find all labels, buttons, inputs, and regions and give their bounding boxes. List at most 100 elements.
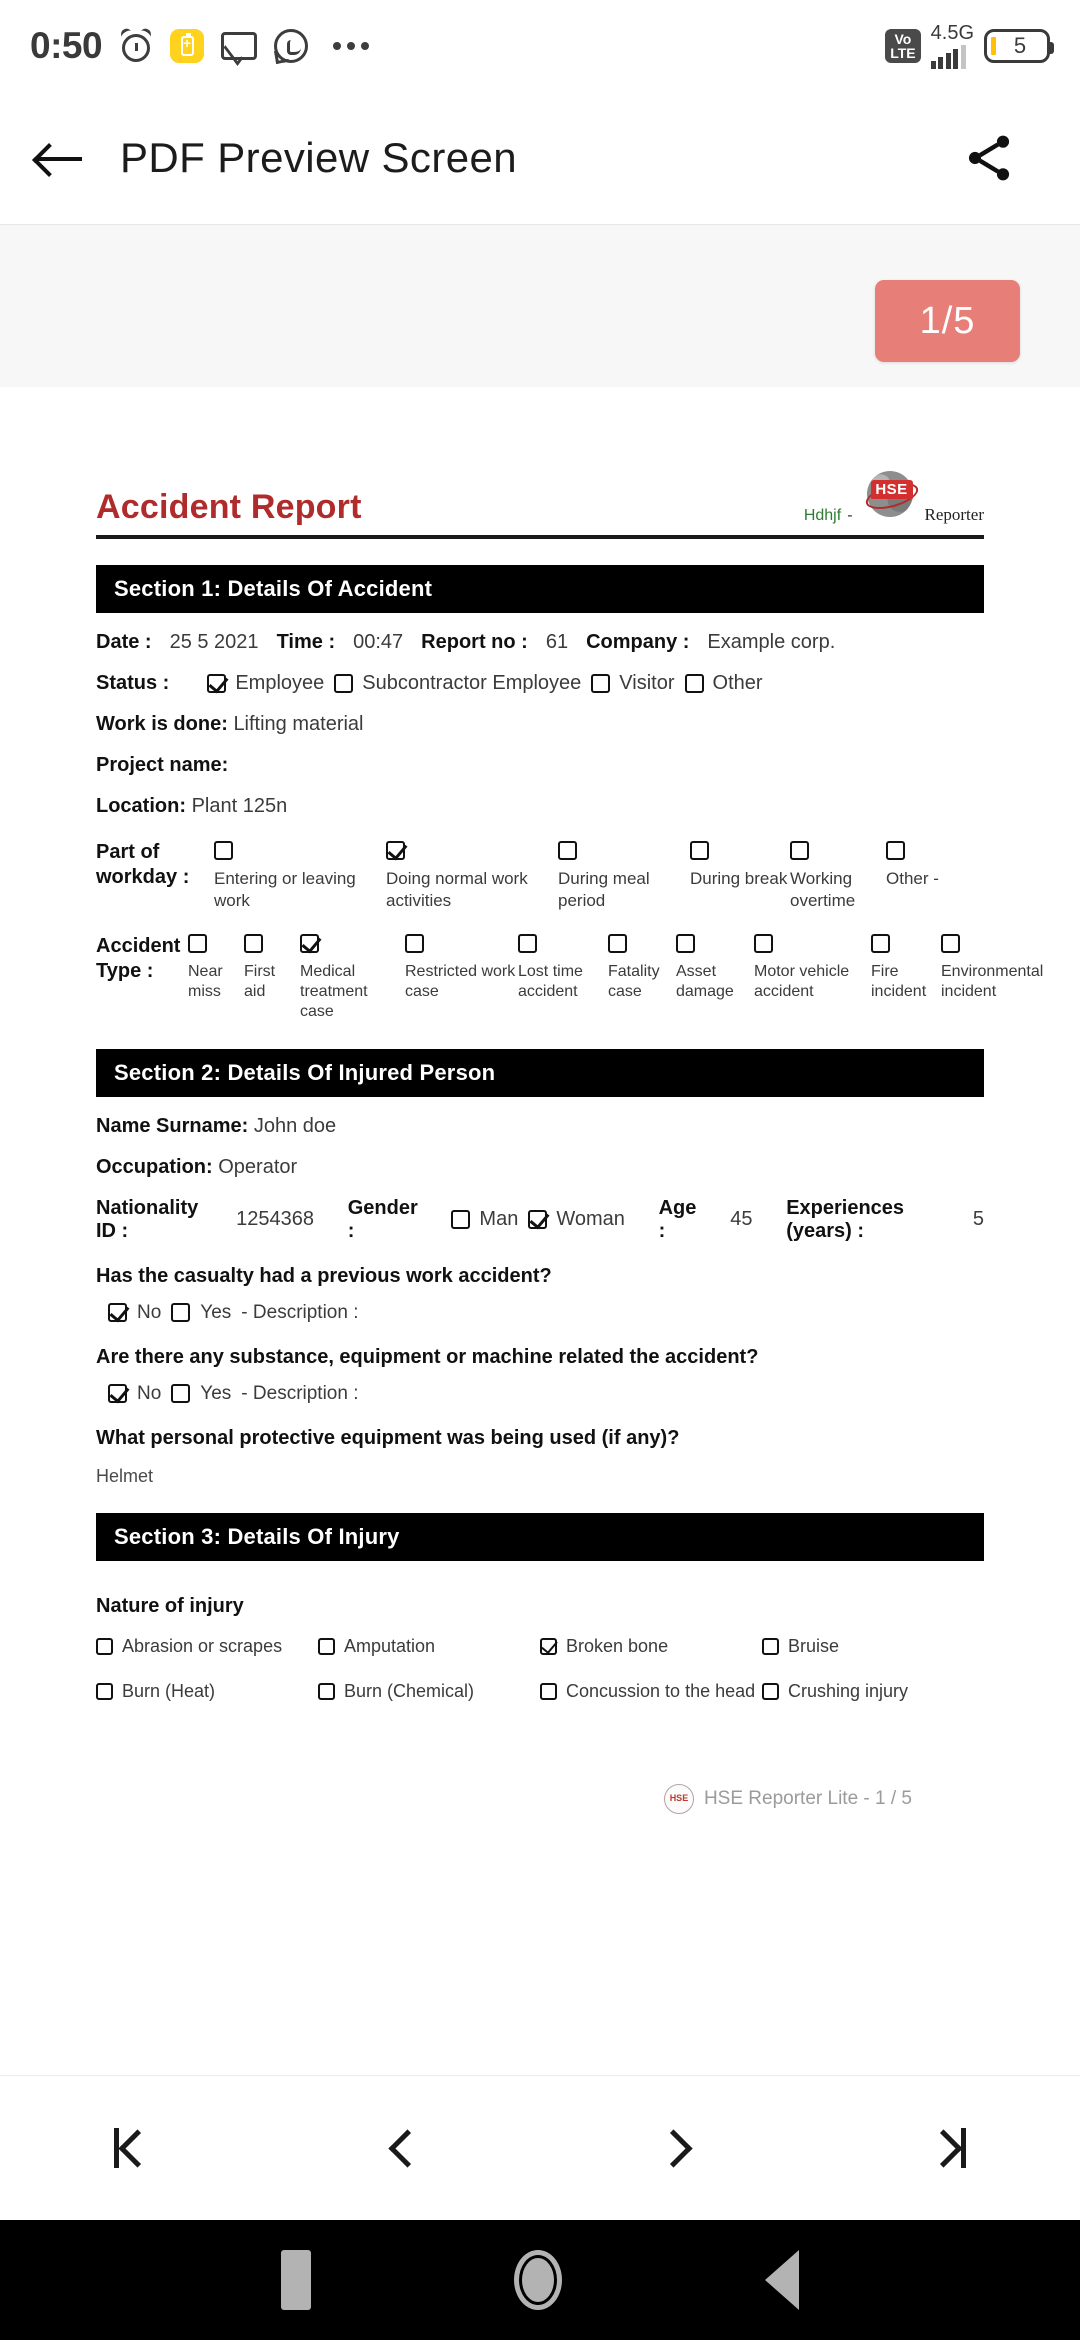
checkbox-during-break[interactable] (690, 840, 709, 860)
checkbox-lost-time-accident[interactable] (518, 934, 537, 953)
accident-type-asset-damage[interactable]: Asset damage (676, 932, 754, 1023)
checkbox-woman[interactable] (528, 1210, 548, 1230)
home-button-icon[interactable] (513, 2250, 562, 2310)
gender-option-label: Man (479, 1208, 519, 1231)
app-bar: PDF Preview Screen (0, 92, 1080, 225)
checkbox-first-aid[interactable] (244, 934, 263, 953)
checkbox-employee[interactable] (207, 674, 227, 693)
checkbox-q1-no[interactable] (108, 1303, 127, 1323)
checkbox-q2-yes[interactable] (171, 1384, 191, 1404)
recents-button-icon[interactable] (281, 2250, 312, 2310)
accident-type-medical[interactable]: Medical treatment case (300, 932, 405, 1023)
workday-option-overtime[interactable]: Working overtime (790, 838, 886, 912)
occupation-value: Operator (218, 1155, 298, 1178)
gender-option-man[interactable]: Man (451, 1208, 518, 1231)
checkbox-q1-yes[interactable] (171, 1303, 191, 1323)
name-row: Name Surname: John doe (96, 1115, 984, 1138)
injury-label: Broken bone (566, 1635, 669, 1656)
share-button[interactable] (954, 123, 1024, 193)
accident-type-fire[interactable]: Fire incident (871, 932, 941, 1023)
checkbox-motor-vehicle-accident[interactable] (754, 934, 773, 953)
accident-type-row: Accident Type : Near miss First aid Medi… (96, 932, 1043, 1023)
injury-label: Crushing injury (788, 1680, 909, 1701)
checkbox-q2-no[interactable] (108, 1384, 127, 1404)
checkbox-concussion-to-the-head[interactable] (540, 1682, 557, 1700)
injury-crushing[interactable]: Crushing injury (762, 1681, 984, 1702)
checkbox-doing-normal-work[interactable] (386, 840, 405, 860)
checkbox-burn-heat[interactable] (96, 1682, 113, 1700)
status-option-visitor[interactable]: Visitor (591, 672, 675, 695)
checkbox-during-meal-period[interactable] (558, 840, 577, 860)
checkbox-abrasion-or-scrapes[interactable] (96, 1637, 113, 1655)
checkbox-broken-bone[interactable] (540, 1637, 557, 1655)
pdf-page: Accident Report Hdhjf - HSE Reporter Sec… (0, 387, 1080, 2075)
accident-type-motor-vehicle[interactable]: Motor vehicle accident (754, 932, 871, 1023)
workday-option-break[interactable]: During break (690, 838, 790, 912)
checkbox-near-miss[interactable] (188, 934, 207, 953)
checkbox-fire-incident[interactable] (871, 934, 890, 953)
workday-option-normal-work[interactable]: Doing normal work activities (386, 838, 558, 912)
accident-type-option-label: Asset damage (676, 962, 734, 1000)
checkbox-burn-chemical[interactable] (318, 1682, 335, 1700)
checkbox-medical-treatment-case[interactable] (300, 934, 319, 953)
checkbox-amputation[interactable] (318, 1637, 335, 1655)
next-page-button[interactable] (540, 2076, 810, 2221)
network-label: 4.5G (930, 22, 974, 44)
workday-option-label: Other - (886, 869, 939, 888)
brand-block: Hdhjf - HSE Reporter (804, 469, 984, 527)
last-page-button[interactable] (810, 2076, 1080, 2221)
back-button-icon[interactable] (764, 2250, 799, 2310)
gender-option-woman[interactable]: Woman (528, 1208, 625, 1231)
previous-page-button[interactable] (270, 2076, 540, 2221)
hse-logo-icon: HSE (859, 469, 919, 525)
q2-yes-label: Yes (200, 1382, 232, 1404)
injury-abrasion[interactable]: Abrasion or scrapes (96, 1636, 318, 1657)
injury-broken-bone[interactable]: Broken bone (540, 1636, 762, 1657)
checkbox-entering-leaving-work[interactable] (214, 840, 233, 860)
accident-type-restricted[interactable]: Restricted work case (405, 932, 518, 1023)
checkbox-environmental-incident[interactable] (941, 934, 960, 953)
checkbox-restricted-work-case[interactable] (405, 934, 424, 953)
injury-label: Abrasion or scrapes (122, 1635, 283, 1656)
ppe-answer: Helmet (96, 1465, 154, 1486)
date-label: Date : (96, 631, 152, 653)
checkbox-working-overtime[interactable] (790, 840, 809, 860)
workday-option-entering[interactable]: Entering or leaving work (214, 838, 386, 912)
injury-amputation[interactable]: Amputation (318, 1636, 540, 1657)
checkbox-man[interactable] (451, 1210, 471, 1230)
status-bar-left: 0:50 (30, 25, 370, 67)
injury-burn-heat[interactable]: Burn (Heat) (96, 1681, 318, 1702)
checkbox-fatality-case[interactable] (608, 934, 627, 953)
workday-option-other[interactable]: Other - (886, 838, 986, 912)
accident-type-environmental[interactable]: Environmental incident (941, 932, 1051, 1023)
next-page-icon (662, 2126, 688, 2170)
alarm-icon (119, 26, 154, 63)
back-button[interactable] (0, 140, 120, 176)
pdf-viewer[interactable]: 1/5 Accident Report Hdhjf - HSE Reporter (0, 225, 1080, 2075)
status-option-label: Other (712, 672, 763, 694)
injury-bruise[interactable]: Bruise (762, 1636, 984, 1657)
checkbox-workday-other[interactable] (886, 840, 905, 860)
accident-type-fatality[interactable]: Fatality case (608, 932, 676, 1023)
checkbox-subcontractor[interactable] (334, 674, 354, 693)
accident-type-lost-time[interactable]: Lost time accident (518, 932, 608, 1023)
injury-concussion[interactable]: Concussion to the head (540, 1681, 762, 1702)
status-option-other[interactable]: Other (684, 672, 763, 695)
checkbox-bruise[interactable] (762, 1637, 779, 1655)
checkbox-visitor[interactable] (591, 674, 611, 693)
occupation-label: Occupation: (96, 1155, 213, 1178)
accident-type-option-label: First aid (244, 962, 276, 1000)
checkbox-crushing-injury[interactable] (762, 1682, 779, 1700)
accident-type-first-aid[interactable]: First aid (244, 932, 300, 1023)
gender-option-label: Woman (556, 1208, 625, 1231)
accident-type-near-miss[interactable]: Near miss (188, 932, 244, 1023)
checkbox-asset-damage[interactable] (676, 934, 695, 953)
first-page-button[interactable] (0, 2076, 270, 2221)
status-option-employee[interactable]: Employee (207, 672, 324, 695)
checkbox-other[interactable] (684, 674, 704, 693)
status-option-subcontractor[interactable]: Subcontractor Employee (334, 672, 581, 695)
accident-type-label: Accident Type : (96, 932, 188, 1023)
workday-option-meal[interactable]: During meal period (558, 838, 690, 912)
injury-burn-chemical[interactable]: Burn (Chemical) (318, 1681, 540, 1702)
workday-label-line2: workday : (96, 866, 190, 888)
